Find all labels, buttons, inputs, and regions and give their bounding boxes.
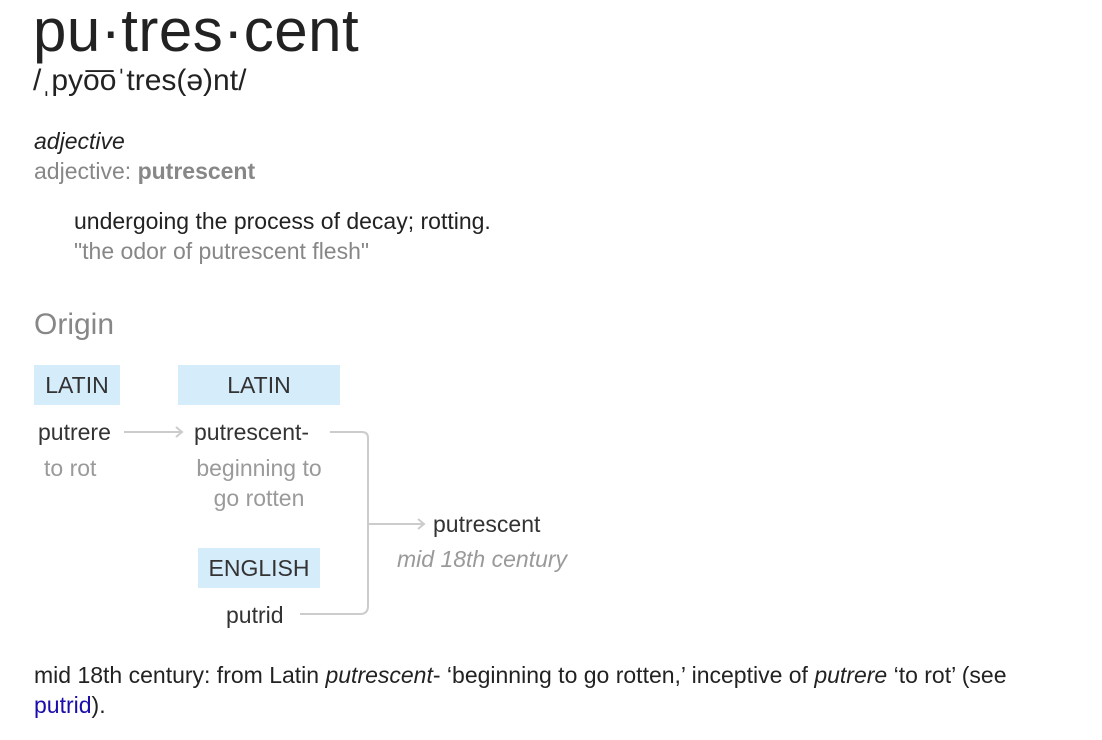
ety-putrere-gloss: to rot bbox=[44, 455, 97, 481]
etymology-text: mid 18th century: from Latin putrescent-… bbox=[34, 660, 1074, 720]
putrid-link[interactable]: putrid bbox=[34, 692, 92, 718]
etymology-part: ‘to rot’ (see bbox=[887, 662, 1007, 688]
lang-tag-english: ENGLISH bbox=[198, 548, 320, 588]
etymology-italic: putrere bbox=[814, 662, 888, 688]
ety-result: putrescent bbox=[433, 511, 541, 537]
etymology-italic: putrescent bbox=[325, 662, 433, 688]
ety-gloss-line-1: beginning to bbox=[196, 455, 322, 481]
ety-gloss-line-2: go rotten bbox=[213, 485, 305, 511]
etymology-part: mid 18th century: from Latin bbox=[34, 662, 326, 688]
ety-putrescent-stem: putrescent- bbox=[194, 419, 310, 445]
ety-putrescent-stem-gloss: beginning to go rotten bbox=[178, 453, 340, 513]
etymology-part: ). bbox=[91, 692, 106, 718]
lang-tag-latin-1: LATIN bbox=[34, 365, 120, 405]
lang-tag-latin-2: LATIN bbox=[178, 365, 340, 405]
ety-putrid: putrid bbox=[226, 602, 284, 628]
etymology-part: - ‘beginning to go rotten,’ inceptive of bbox=[432, 662, 815, 688]
ety-result-date: mid 18th century bbox=[397, 546, 568, 572]
etymology-connectors bbox=[124, 426, 426, 615]
ety-putrere: putrere bbox=[38, 419, 111, 445]
